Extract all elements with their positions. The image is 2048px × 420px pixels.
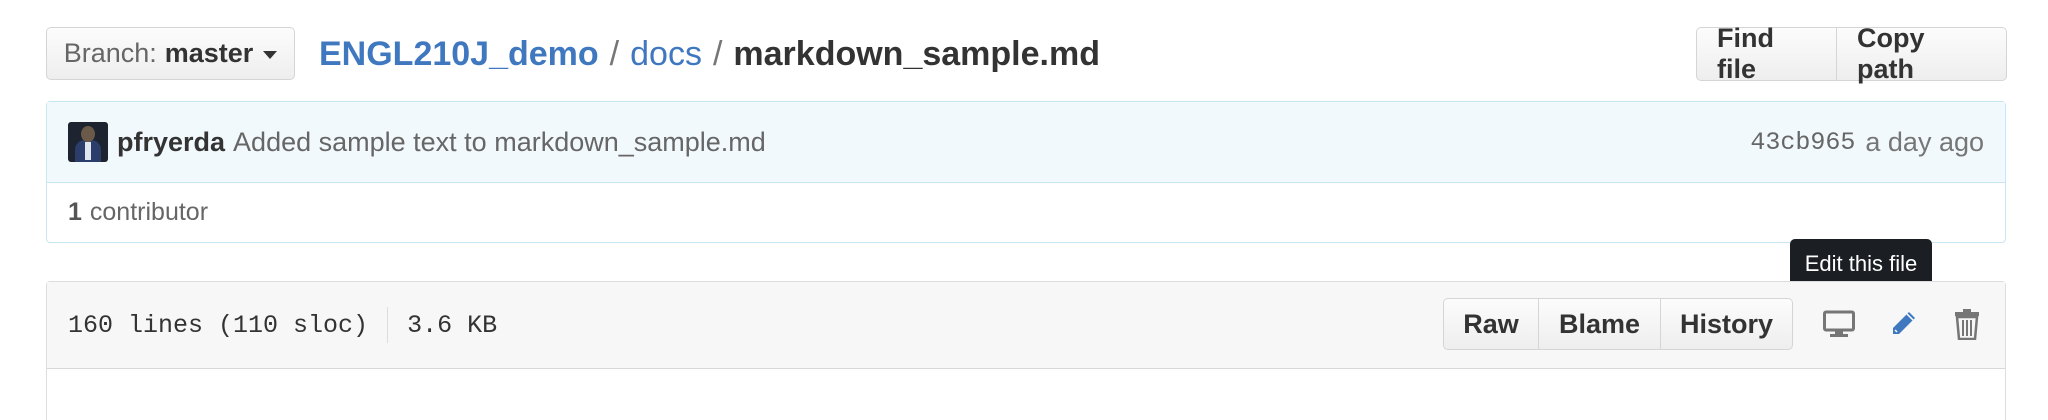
breadcrumb: ENGL210J_demo / docs / markdown_sample.m… [319, 30, 1100, 78]
commit-sha-link[interactable]: 43cb965 [1750, 128, 1855, 157]
file-header: 160 lines (110 sloc) 3.6 KB Raw Blame Hi… [47, 282, 2005, 369]
trash-icon[interactable] [1945, 302, 1989, 346]
branch-prefix: Branch: [63, 38, 157, 68]
file-size: 3.6 KB [407, 310, 498, 340]
find-file-button[interactable]: Find file [1696, 23, 1837, 84]
desktop-icon[interactable] [1817, 302, 1861, 346]
breadcrumb-separator: / [609, 34, 620, 73]
breadcrumb-separator: / [712, 34, 723, 73]
latest-commit-row: pfryerda Added sample text to markdown_s… [47, 102, 2005, 183]
file-info-divider [387, 307, 389, 343]
blame-button[interactable]: Blame [1539, 298, 1661, 350]
commit-meta: 43cb965 a day ago [1750, 102, 1984, 183]
contributors-row[interactable]: 1 contributor [47, 183, 2005, 242]
file-line-count: 160 lines (110 sloc) [68, 310, 369, 340]
breadcrumb-file-name: markdown_sample.md [733, 34, 1100, 73]
breadcrumb-docs-link[interactable]: docs [630, 35, 702, 74]
breadcrumb-repo-link[interactable]: ENGL210J_demo [319, 35, 599, 74]
commit-author-link[interactable]: pfryerda [117, 127, 225, 158]
file-view-buttons: Raw Blame History [1443, 298, 1793, 350]
file-actions: Raw Blame History [1443, 298, 1989, 350]
copy-path-button[interactable]: Copy path [1837, 23, 2007, 84]
file-navigation-buttons: Find file Copy path [1696, 23, 2007, 84]
commit-time: a day ago [1865, 127, 1984, 157]
branch-name: master [164, 38, 254, 68]
commit-tease: pfryerda Added sample text to markdown_s… [46, 101, 2006, 243]
contributor-count: 1 [68, 198, 82, 226]
history-button[interactable]: History [1661, 298, 1793, 350]
avatar[interactable] [68, 122, 108, 162]
raw-button[interactable]: Raw [1443, 298, 1539, 350]
commit-message-link[interactable]: Added sample text to markdown_sample.md [233, 127, 766, 158]
file-view: 160 lines (110 sloc) 3.6 KB Raw Blame Hi… [46, 281, 2006, 420]
contributor-label: contributor [89, 198, 209, 226]
pencil-icon[interactable] [1881, 302, 1925, 346]
branch-selector-button[interactable]: Branch: master [46, 27, 295, 80]
file-info: 160 lines (110 sloc) 3.6 KB [68, 307, 497, 343]
chevron-down-icon [263, 51, 278, 59]
